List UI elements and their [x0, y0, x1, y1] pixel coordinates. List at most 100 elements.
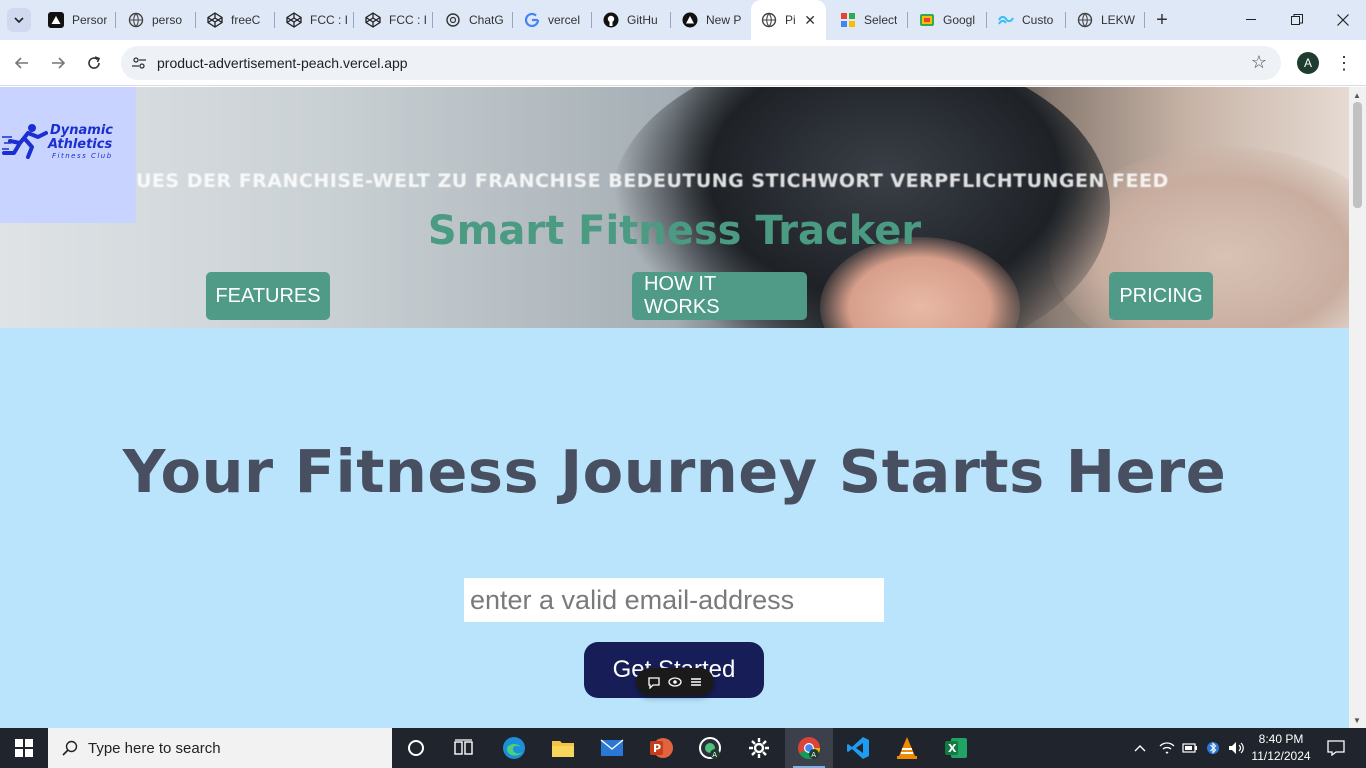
- browser-tab-7[interactable]: vercel: [514, 6, 590, 34]
- nav-features-link[interactable]: FEATURES: [206, 272, 330, 320]
- globe-icon: [128, 12, 144, 28]
- reload-button[interactable]: [82, 51, 106, 75]
- vscode-icon: [847, 737, 869, 759]
- tab-title: FCC : I: [310, 13, 348, 27]
- more-menu-icon[interactable]: ⋮: [1335, 52, 1353, 74]
- back-button[interactable]: [10, 51, 34, 75]
- comment-icon[interactable]: [646, 674, 662, 690]
- edge-app-button[interactable]: [490, 728, 538, 768]
- nav-how-it-works-link[interactable]: HOW IT WORKS: [632, 272, 807, 320]
- browser-tab-5[interactable]: FCC : I: [355, 6, 431, 34]
- floating-toolbar: [636, 668, 714, 696]
- task-view-icon: [454, 739, 473, 755]
- whatsapp-app-button[interactable]: A: [686, 728, 734, 768]
- browser-tab-3[interactable]: freeC: [197, 6, 273, 34]
- scrollbar-thumb[interactable]: [1353, 102, 1362, 208]
- browser-tab-13[interactable]: Custo: [988, 6, 1064, 34]
- browser-tab-14[interactable]: LEKW: [1067, 6, 1143, 34]
- search-icon: [62, 740, 78, 756]
- scroll-down-arrow-icon[interactable]: ▼: [1353, 716, 1361, 725]
- browser-tab-12[interactable]: Googl: [909, 6, 985, 34]
- browser-tab-active[interactable]: Pi ✕: [751, 0, 826, 40]
- mail-app-button[interactable]: [588, 728, 636, 768]
- close-icon: [1337, 14, 1349, 26]
- email-input[interactable]: [464, 578, 884, 622]
- scroll-up-arrow-icon[interactable]: ▲: [1353, 91, 1361, 100]
- codepen-icon: [207, 12, 223, 28]
- task-view-button[interactable]: [440, 728, 488, 768]
- vlc-cone-icon: [897, 737, 917, 759]
- taskbar-clock[interactable]: 8:40 PM 11/12/2024: [1246, 731, 1316, 765]
- powerpoint-icon: P: [650, 738, 673, 758]
- tab-title: freeC: [231, 13, 261, 27]
- menu-icon[interactable]: [688, 674, 704, 690]
- bookmark-star-icon[interactable]: ☆: [1251, 52, 1267, 73]
- logo-text-line2: Athletics: [48, 137, 113, 152]
- taskbar-search-box[interactable]: Type here to search: [48, 728, 392, 768]
- page-scrollbar[interactable]: ▲ ▼: [1349, 87, 1366, 728]
- powerpoint-app-button[interactable]: P: [637, 728, 685, 768]
- globe-icon: [761, 12, 777, 28]
- site-info-icon[interactable]: [129, 53, 149, 73]
- tab-search-button[interactable]: [7, 8, 31, 32]
- excel-app-button[interactable]: X: [932, 728, 980, 768]
- settings-app-button[interactable]: [735, 728, 783, 768]
- hero-header: UES DER FRANCHISE-WELT ZU FRANCHISE BEDE…: [0, 87, 1349, 328]
- nav-pricing-link[interactable]: PRICING: [1109, 272, 1213, 320]
- github-icon: [603, 12, 619, 28]
- chatgpt-icon: [445, 12, 461, 28]
- tab-title: perso: [152, 13, 183, 27]
- tab-title: Pi: [785, 13, 796, 27]
- volume-icon[interactable]: [1226, 728, 1248, 768]
- browser-tab-9[interactable]: New P: [672, 6, 748, 34]
- restore-button[interactable]: [1274, 0, 1320, 40]
- browser-tab-4[interactable]: FCC : I: [276, 6, 352, 34]
- show-hidden-icons-button[interactable]: [1130, 728, 1150, 768]
- network-wifi-icon[interactable]: [1156, 728, 1178, 768]
- browser-tab-6[interactable]: ChatG: [435, 6, 511, 34]
- bluetooth-icon[interactable]: [1203, 728, 1223, 768]
- edge-browser-icon: [503, 737, 525, 759]
- site-title: Smart Fitness Tracker: [427, 208, 922, 254]
- clock-time: 8:40 PM: [1258, 732, 1304, 746]
- codepen-icon: [286, 12, 302, 28]
- close-tab-icon[interactable]: ✕: [804, 12, 816, 29]
- tab-divider: [115, 12, 116, 28]
- chevron-up-icon: [1134, 745, 1146, 752]
- site-logo[interactable]: Dynamic Athletics Fitness Club: [0, 87, 136, 223]
- address-bar[interactable]: product-advertisement-peach.vercel.app ☆: [121, 46, 1281, 80]
- vercel-triangle-icon: [48, 12, 64, 28]
- cortana-button[interactable]: [392, 728, 440, 768]
- eye-icon[interactable]: [667, 674, 683, 690]
- notifications-icon[interactable]: [1320, 728, 1352, 768]
- tab-divider: [986, 12, 987, 28]
- logo-text-line3: Fitness Club: [52, 152, 113, 160]
- vscode-app-button[interactable]: [834, 728, 882, 768]
- cortana-circle-icon: [408, 740, 424, 756]
- forward-button[interactable]: [46, 51, 70, 75]
- new-tab-button[interactable]: +: [1150, 8, 1174, 32]
- battery-icon[interactable]: [1180, 728, 1200, 768]
- browser-tab-2[interactable]: perso: [118, 6, 194, 34]
- profile-avatar[interactable]: A: [1297, 52, 1319, 74]
- vlc-app-button[interactable]: [883, 728, 931, 768]
- tab-title: New P: [706, 13, 742, 27]
- svg-text:A: A: [811, 751, 816, 759]
- codepen-icon: [365, 12, 381, 28]
- browser-tab-8[interactable]: GitHu: [593, 6, 669, 34]
- globe-icon: [1077, 12, 1093, 28]
- browser-tab-1[interactable]: Persor: [38, 6, 114, 34]
- chrome-app-button[interactable]: A: [785, 728, 833, 768]
- file-explorer-button[interactable]: [539, 728, 587, 768]
- google-slides-icon: [919, 12, 935, 28]
- search-placeholder: Type here to search: [88, 739, 221, 757]
- logo-text-line1: Dynamic: [50, 123, 114, 138]
- minimize-button[interactable]: [1228, 0, 1274, 40]
- restore-icon: [1291, 14, 1303, 25]
- close-window-button[interactable]: [1320, 0, 1366, 40]
- browser-toolbar: product-advertisement-peach.vercel.app ☆…: [0, 40, 1366, 86]
- svg-text:A: A: [712, 751, 717, 759]
- start-button[interactable]: [0, 728, 48, 768]
- arrow-left-icon: [14, 57, 28, 69]
- browser-tab-11[interactable]: Select: [830, 6, 906, 34]
